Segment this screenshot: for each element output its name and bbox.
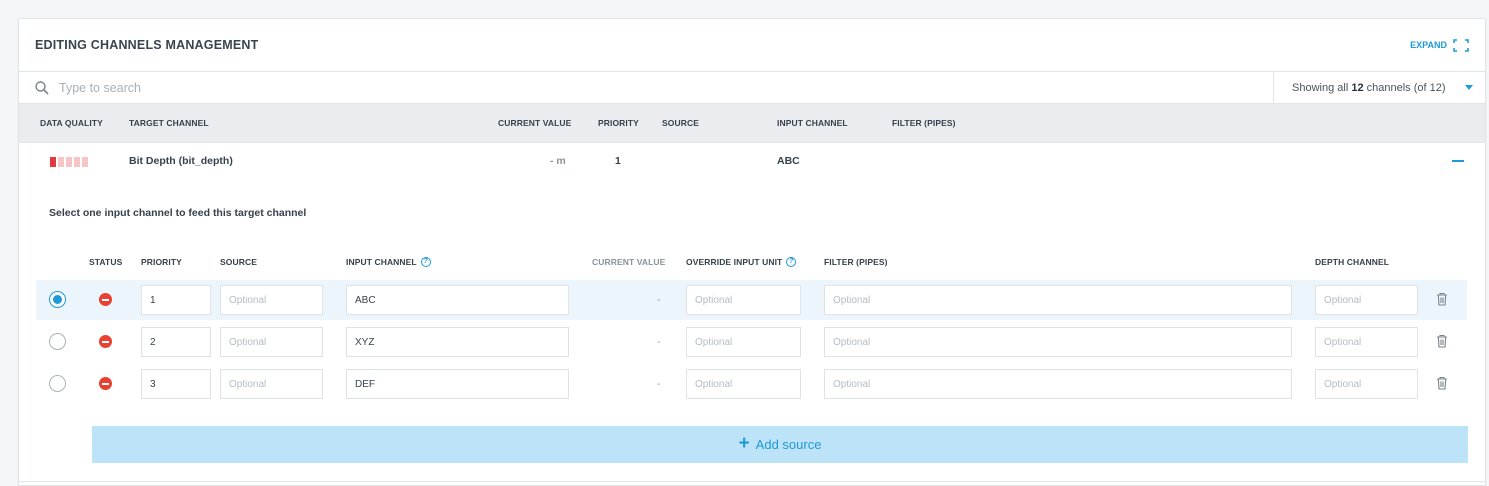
depth-channel-input[interactable] xyxy=(1315,285,1418,315)
input-channel-input[interactable] xyxy=(346,369,569,399)
search-box xyxy=(19,72,1273,103)
plus-icon: + xyxy=(738,433,750,454)
collapse-icon[interactable] xyxy=(1452,160,1464,162)
filter-input[interactable] xyxy=(824,327,1292,357)
quality-bar xyxy=(66,157,72,167)
col-sub-filter: FILTER (PIPES) xyxy=(824,257,888,267)
status-error-icon xyxy=(99,293,112,306)
divider xyxy=(19,481,1485,482)
source-row[interactable]: - xyxy=(36,322,1467,362)
col-source[interactable]: SOURCE xyxy=(662,118,699,128)
priority-input[interactable] xyxy=(141,327,211,357)
col-status: STATUS xyxy=(89,257,123,267)
chevron-down-icon xyxy=(1465,85,1473,90)
source-current-value: - xyxy=(657,379,661,390)
depth-channel-input[interactable] xyxy=(1315,369,1418,399)
channel-count-text: Showing all 12 channels (of 12) xyxy=(1292,81,1446,94)
input-channel-input[interactable] xyxy=(346,327,569,357)
channels-panel: EDITING CHANNELS MANAGEMENT EXPAND Showi… xyxy=(18,18,1486,486)
col-filter[interactable]: FILTER (PIPES) xyxy=(892,118,956,128)
source-row[interactable]: - xyxy=(36,280,1467,320)
trash-icon[interactable] xyxy=(1436,292,1448,306)
channel-row[interactable]: Bit Depth (bit_depth) - m 1 ABC xyxy=(19,143,1485,181)
target-channel-name: Bit Depth (bit_depth) xyxy=(129,155,233,167)
priority-value: 1 xyxy=(615,155,621,167)
add-source-label: Add source xyxy=(755,437,822,452)
priority-input[interactable] xyxy=(141,369,211,399)
channel-count-dropdown[interactable]: Showing all 12 channels (of 12) xyxy=(1273,72,1485,103)
col-input-channel[interactable]: INPUT CHANNEL xyxy=(777,118,848,128)
trash-icon[interactable] xyxy=(1436,376,1448,390)
col-target-channel[interactable]: TARGET CHANNEL xyxy=(129,118,209,128)
sources-table: STATUS PRIORITY SOURCE INPUT CHANNEL? CU… xyxy=(36,251,1467,406)
panel-header: EDITING CHANNELS MANAGEMENT EXPAND xyxy=(19,19,1485,72)
override-unit-input[interactable] xyxy=(686,369,801,399)
source-current-value: - xyxy=(657,337,661,348)
col-sub-current-value: CURRENT VALUE xyxy=(592,257,666,267)
col-sub-priority: PRIORITY xyxy=(141,257,182,267)
input-channel-value: ABC xyxy=(777,155,800,167)
help-icon[interactable]: ? xyxy=(420,257,431,267)
status-error-icon xyxy=(99,377,112,390)
input-channel-input[interactable] xyxy=(346,285,569,315)
search-bar: Showing all 12 channels (of 12) xyxy=(19,72,1485,104)
current-value: - m xyxy=(550,155,566,167)
source-input[interactable] xyxy=(220,327,323,357)
filter-input[interactable] xyxy=(824,369,1292,399)
table-header: DATA QUALITY TARGET CHANNEL CURRENT VALU… xyxy=(19,104,1485,143)
search-icon xyxy=(35,80,49,95)
source-input[interactable] xyxy=(220,285,323,315)
quality-bar xyxy=(58,157,64,167)
col-priority[interactable]: PRIORITY xyxy=(598,118,639,128)
col-data-quality[interactable]: DATA QUALITY xyxy=(40,118,103,128)
sources-table-header: STATUS PRIORITY SOURCE INPUT CHANNEL? CU… xyxy=(36,251,1467,280)
source-row[interactable]: - xyxy=(36,364,1467,404)
trash-icon[interactable] xyxy=(1436,334,1448,348)
expand-button[interactable]: EXPAND xyxy=(1410,38,1469,52)
col-sub-source: SOURCE xyxy=(220,257,257,267)
add-source-button[interactable]: + Add source xyxy=(92,426,1468,463)
data-quality-indicator xyxy=(50,157,88,167)
depth-channel-input[interactable] xyxy=(1315,327,1418,357)
source-radio[interactable] xyxy=(49,375,66,392)
instruction-text: Select one input channel to feed this ta… xyxy=(49,207,307,219)
expand-label: EXPAND xyxy=(1410,40,1447,50)
expand-icon xyxy=(1453,38,1469,52)
quality-bar xyxy=(82,157,88,167)
col-depth-channel: DEPTH CHANNEL xyxy=(1315,257,1390,267)
override-unit-input[interactable] xyxy=(686,327,801,357)
search-input[interactable] xyxy=(59,80,459,95)
source-radio[interactable] xyxy=(49,333,66,350)
quality-bar xyxy=(74,157,80,167)
status-error-icon xyxy=(99,335,112,348)
quality-bar xyxy=(50,157,56,167)
col-sub-input-channel: INPUT CHANNEL? xyxy=(346,257,431,267)
filter-input[interactable] xyxy=(824,285,1292,315)
override-unit-input[interactable] xyxy=(686,285,801,315)
col-override-unit: OVERRIDE INPUT UNIT? xyxy=(686,257,797,267)
source-input[interactable] xyxy=(220,369,323,399)
page-title: EDITING CHANNELS MANAGEMENT xyxy=(35,38,259,52)
help-icon[interactable]: ? xyxy=(786,257,797,267)
priority-input[interactable] xyxy=(141,285,211,315)
source-current-value: - xyxy=(657,295,661,306)
source-radio[interactable] xyxy=(49,291,66,308)
col-current-value[interactable]: CURRENT VALUE xyxy=(498,118,571,128)
